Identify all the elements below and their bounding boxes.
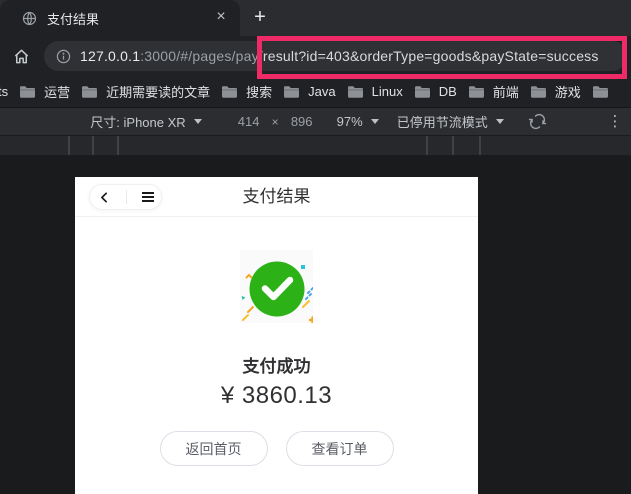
bookmark-label: DB bbox=[439, 84, 457, 99]
tab-title: 支付结果 bbox=[47, 9, 212, 28]
viewport-width-input[interactable]: 414 bbox=[232, 114, 266, 129]
bookmark-folder-item[interactable]: 游戏 bbox=[530, 82, 581, 101]
folder-icon bbox=[592, 85, 609, 99]
folder-icon bbox=[414, 85, 431, 99]
url-path: :3000/#/pages/pay bbox=[140, 48, 259, 64]
device-select-label: 尺寸: iPhone XR bbox=[90, 112, 185, 131]
zoom-select[interactable]: 97% bbox=[335, 114, 379, 129]
page-nav-bar: 支付结果 bbox=[75, 177, 478, 217]
chevron-down-icon bbox=[194, 119, 202, 124]
throttle-select-label: 已停用节流模式 bbox=[397, 112, 488, 131]
bookmark-folder-item[interactable]: Java bbox=[283, 84, 335, 99]
info-icon[interactable] bbox=[56, 49, 71, 64]
bookmark-label: 运营 bbox=[44, 82, 70, 101]
folder-icon bbox=[81, 85, 98, 99]
ruler-tick bbox=[479, 136, 481, 155]
url-host: 127.0.0.1 bbox=[80, 48, 140, 64]
address-bar[interactable]: 127.0.0.1:3000/#/pages/pay/result?id=403… bbox=[44, 41, 627, 71]
rotate-device-icon[interactable] bbox=[528, 112, 547, 131]
bookmark-folder-item[interactable]: 搜索 bbox=[221, 82, 272, 101]
home-icon[interactable] bbox=[10, 45, 32, 67]
url-text: 127.0.0.1:3000/#/pages/pay/result?id=403… bbox=[80, 48, 599, 64]
kebab-menu-icon[interactable]: ⋮ bbox=[607, 108, 623, 136]
bookmark-label: 前端 bbox=[493, 82, 519, 101]
url-query-highlighted: /result?id=403&orderType=goods&payState=… bbox=[259, 48, 599, 64]
folder-icon bbox=[530, 85, 547, 99]
new-tab-button[interactable]: + bbox=[248, 6, 272, 30]
action-buttons: 返回首页 查看订单 bbox=[75, 431, 478, 466]
close-tab-icon[interactable]: × bbox=[212, 9, 230, 27]
ruler-tick bbox=[68, 136, 70, 155]
browser-tab[interactable]: 支付结果 × bbox=[0, 0, 240, 36]
bookmark-label: Java bbox=[308, 84, 335, 99]
device-select[interactable]: 尺寸: iPhone XR bbox=[88, 112, 201, 131]
pay-success-illustration bbox=[240, 250, 313, 323]
folder-icon bbox=[283, 85, 300, 99]
times-separator: × bbox=[272, 115, 279, 129]
chevron-down-icon bbox=[496, 119, 504, 124]
bookmark-folder-item[interactable] bbox=[592, 85, 617, 99]
ruler-tick bbox=[452, 136, 454, 155]
ruler-tick bbox=[426, 136, 428, 155]
folder-icon bbox=[221, 85, 238, 99]
ruler-tick bbox=[117, 136, 119, 155]
ruler-tick bbox=[92, 136, 94, 155]
back-home-button[interactable]: 返回首页 bbox=[160, 431, 268, 466]
bookmark-folder-item[interactable]: DB bbox=[414, 84, 457, 99]
bookmark-label: 近期需要读的文章 bbox=[106, 82, 210, 101]
page-title: 支付结果 bbox=[75, 177, 478, 217]
device-mode-strip bbox=[0, 135, 631, 155]
bookmark-folder-item[interactable]: 前端 bbox=[468, 82, 519, 101]
tab-strip: 支付结果 × + bbox=[0, 0, 631, 36]
browser-toolbar: 127.0.0.1:3000/#/pages/pay/result?id=403… bbox=[0, 36, 631, 76]
bookmarks-bar: ts 运营 近期需要读的文章 bbox=[0, 76, 631, 107]
device-toolbar: 尺寸: iPhone XR 414 × 896 97% 已停用节流模式 ⋮ bbox=[0, 107, 631, 135]
browser-window: 支付结果 × + 127.0.0.1:3000/#/pages/pay/resu… bbox=[0, 0, 631, 494]
zoom-select-label: 97% bbox=[337, 114, 363, 129]
folder-icon bbox=[468, 85, 485, 99]
bookmark-folder-item[interactable]: 运营 bbox=[19, 82, 70, 101]
viewport-height-input[interactable]: 896 bbox=[285, 114, 319, 129]
pay-status-text: 支付成功 bbox=[75, 352, 478, 377]
bookmark-label: 搜索 bbox=[246, 82, 272, 101]
bookmark-label: Linux bbox=[372, 84, 403, 99]
bookmark-folder-item[interactable]: ts bbox=[0, 84, 8, 99]
chevron-down-icon bbox=[371, 119, 379, 124]
device-stage: 支付结果 支付成功 bbox=[0, 155, 631, 494]
throttle-select[interactable]: 已停用节流模式 bbox=[395, 112, 504, 131]
bookmark-folder-item[interactable]: 近期需要读的文章 bbox=[81, 82, 210, 101]
pay-amount: ¥ 3860.13 bbox=[75, 382, 478, 410]
view-order-button[interactable]: 查看订单 bbox=[286, 431, 394, 466]
globe-icon bbox=[22, 11, 37, 26]
folder-icon bbox=[347, 85, 364, 99]
device-viewport: 支付结果 支付成功 bbox=[75, 177, 478, 494]
folder-icon bbox=[19, 85, 36, 99]
bookmark-label: 游戏 bbox=[555, 82, 581, 101]
bookmark-folder-item[interactable]: Linux bbox=[347, 84, 403, 99]
bookmark-label: ts bbox=[0, 84, 8, 99]
